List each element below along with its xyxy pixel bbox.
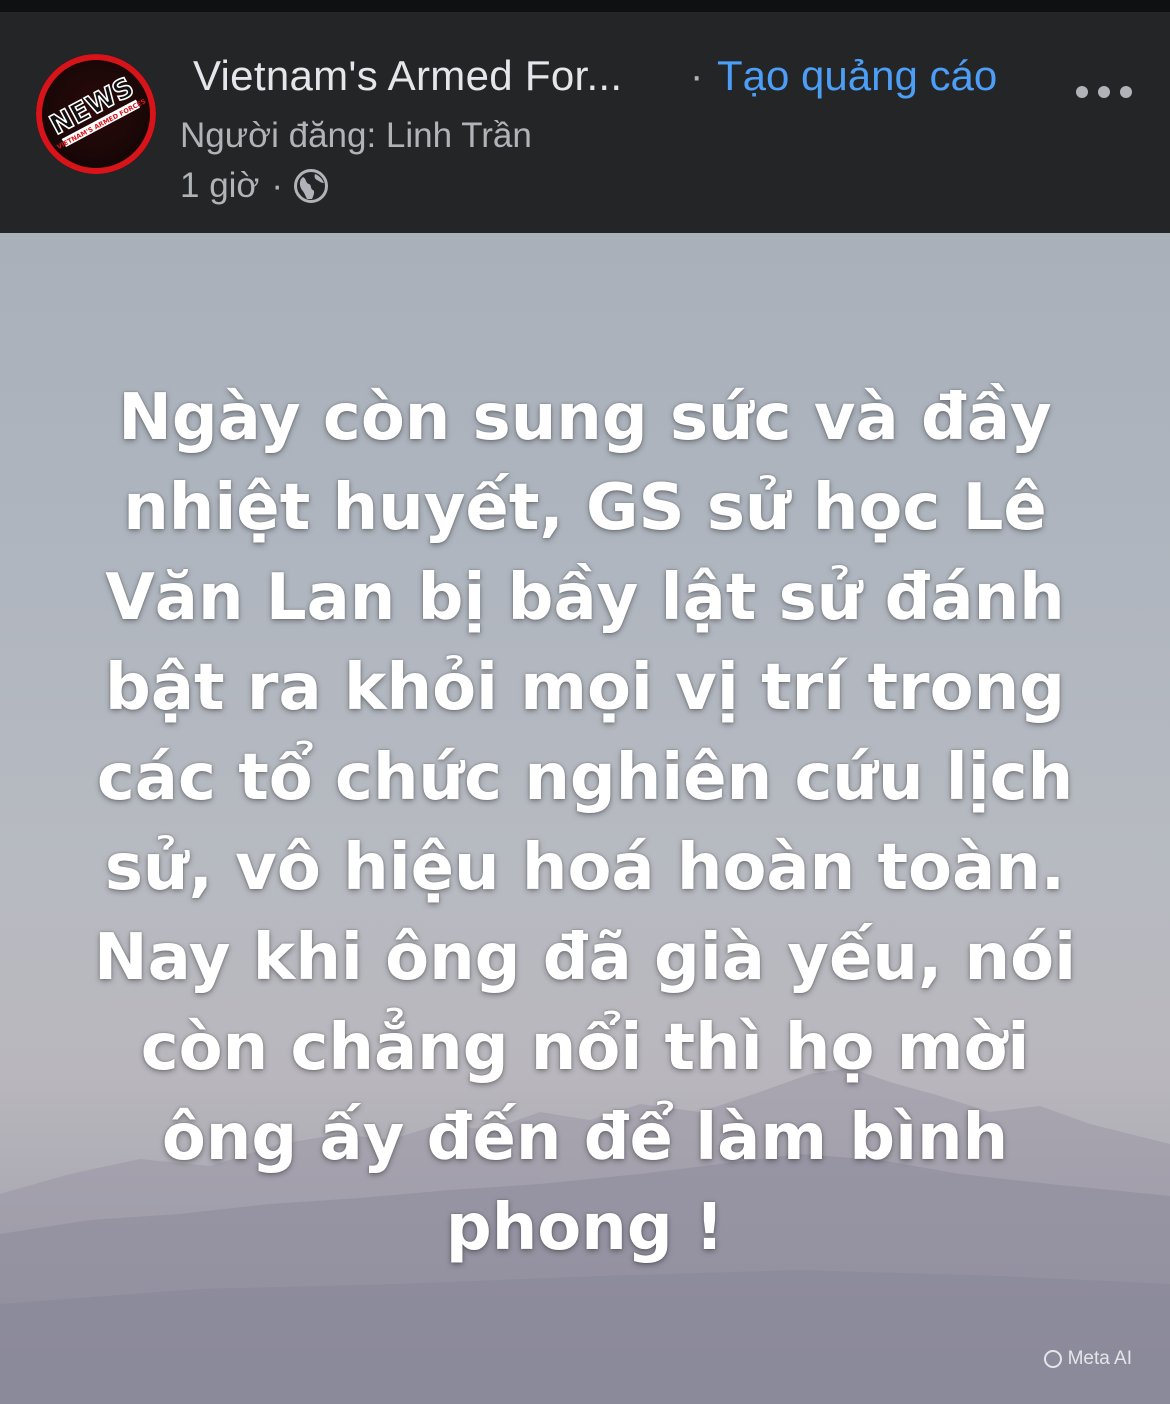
- page-name-link[interactable]: Vietnam's Armed For...: [193, 52, 622, 100]
- meta-ai-icon: [1043, 1350, 1062, 1368]
- more-horizontal-icon-dot: [1120, 86, 1132, 98]
- poster-line: Người đăng: Linh Trần: [180, 116, 532, 155]
- news-logo: NEWS VIETNAM'S ARMED FORCES: [36, 54, 156, 174]
- post-image-text: Ngày còn sung sức và đầy nhiệt huyết, GS…: [94, 381, 1076, 1265]
- meta-ai-watermark: Meta AI: [1043, 1348, 1132, 1370]
- more-horizontal-icon-dot: [1098, 86, 1110, 98]
- meta-ai-label: Meta AI: [1067, 1348, 1132, 1369]
- more-options-button[interactable]: [1076, 72, 1132, 112]
- post-image[interactable]: Ngày còn sung sức và đầy nhiệt huyết, GS…: [0, 233, 1170, 1404]
- post-header: NEWS VIETNAM'S ARMED FORCES Vietnam's Ar…: [0, 12, 1170, 233]
- more-horizontal-icon: [1076, 86, 1088, 98]
- meta-separator: ·: [271, 166, 284, 205]
- post-timestamp[interactable]: 1 giờ: [180, 166, 259, 206]
- title-separator: ·: [690, 54, 704, 98]
- create-ad-link[interactable]: Tạo quảng cáo: [717, 52, 997, 100]
- globe-icon[interactable]: [293, 168, 329, 204]
- page-avatar[interactable]: NEWS VIETNAM'S ARMED FORCES: [36, 54, 156, 174]
- post-meta: 1 giờ ·: [180, 164, 329, 208]
